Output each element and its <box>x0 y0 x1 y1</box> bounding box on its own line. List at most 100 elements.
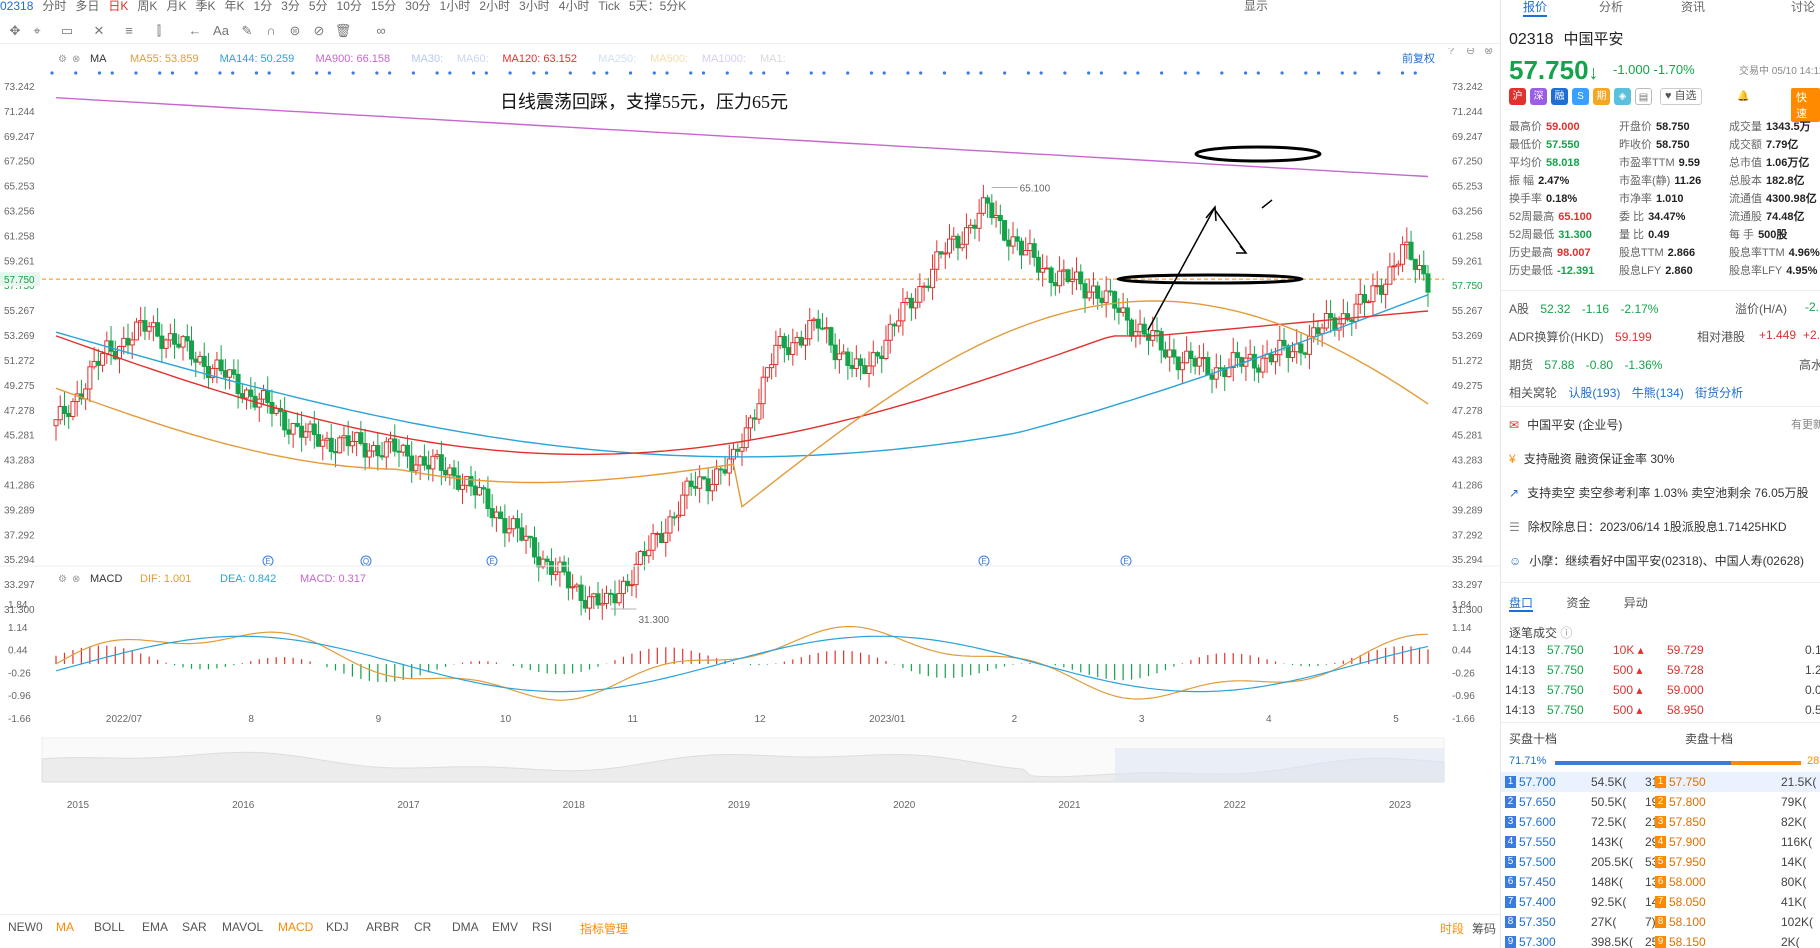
crosshair-icon[interactable]: ⌖ <box>28 23 46 39</box>
period-4[interactable]: 月K <box>166 0 186 12</box>
candle-body <box>1213 367 1219 380</box>
period-9[interactable]: 5分 <box>309 0 328 12</box>
symbol-label[interactable]: 02318 <box>0 0 33 12</box>
indicator-arbr[interactable]: ARBR <box>366 920 399 934</box>
right-tool-0[interactable]: 时段 <box>1440 920 1464 937</box>
indicator-ema[interactable]: EMA <box>142 920 168 934</box>
lines-icon[interactable]: ≡ <box>120 23 138 38</box>
candle-body <box>1196 357 1202 367</box>
period-0[interactable]: 分时 <box>42 0 66 12</box>
period-bar: 02318 分时 多日 日K 周K 月K 季K 年K 1分 3分 5分 10分 15分 30分 1小时 2小时… <box>0 0 1500 14</box>
lock-icon[interactable]: ⊜ <box>286 23 304 39</box>
warrant-icon[interactable]: ◈ <box>1614 88 1631 105</box>
futures-row[interactable]: 期货 57.88 -0.80 -1.36% 高水 <box>1509 356 1820 373</box>
news-item[interactable]: ¥ 支持融资 融资保证金率 30% <box>1509 450 1674 467</box>
indicator-sar[interactable]: SAR <box>182 920 207 934</box>
period-6[interactable]: 年K <box>224 0 244 12</box>
candle-body <box>1277 339 1283 356</box>
candle-body <box>659 533 665 544</box>
sz-connect-icon[interactable]: 深 <box>1530 88 1547 105</box>
period-11[interactable]: 15分 <box>371 0 396 12</box>
period-10[interactable]: 10分 <box>337 0 362 12</box>
candle-body <box>574 584 580 588</box>
period-13[interactable]: 1小时 <box>440 0 471 12</box>
margin-icon[interactable]: 融 <box>1551 88 1568 105</box>
tab-orderbook[interactable]: 盘口 <box>1509 596 1534 612</box>
period-5[interactable]: 季K <box>195 0 215 12</box>
candle-body <box>332 450 338 454</box>
stock-code: 02318 <box>1509 31 1554 48</box>
period-1[interactable]: 多日 <box>75 0 99 12</box>
hk-connect-icon[interactable]: 沪 <box>1509 88 1526 105</box>
period-18[interactable]: 5天：5分K <box>629 0 686 12</box>
period-8[interactable]: 3分 <box>281 0 300 12</box>
news-item[interactable]: ☺ 小摩：继续看好中国平安(02318)、中国人寿(02628) <box>1509 552 1804 569</box>
overview-year: 2022 <box>1224 800 1247 811</box>
candle-body <box>1404 241 1410 246</box>
delete-icon[interactable]: 🗑 <box>334 23 352 39</box>
short-icon[interactable]: S <box>1572 88 1589 105</box>
chart-area[interactable]: ⚙ ⊗ MA MA55: 53.859 MA144: 50.259 MA900: 66.1… <box>0 48 1500 938</box>
info-icon[interactable]: ⓘ <box>1560 626 1572 640</box>
indicator-ma[interactable]: MA <box>56 920 74 934</box>
cbbc-link[interactable]: 牛熊(134) <box>1632 386 1684 400</box>
tab-capital[interactable]: 资金 <box>1566 596 1590 610</box>
period-16[interactable]: 4小时 <box>559 0 590 12</box>
link-icon[interactable]: ∞ <box>372 23 390 38</box>
candle-body <box>481 487 487 490</box>
tab-analysis[interactable]: 分析 <box>1599 0 1623 15</box>
period-12[interactable]: 30分 <box>405 0 430 12</box>
move-icon[interactable]: ✥ <box>6 23 24 39</box>
indicator-macd[interactable]: MACD <box>278 920 313 934</box>
candle-body <box>1082 283 1088 299</box>
option-icon[interactable]: 期 <box>1593 88 1610 105</box>
y-tick-right: 49.275 <box>1452 381 1483 392</box>
display-button[interactable]: 显示 <box>1244 0 1268 12</box>
arrow-left-icon[interactable]: ← <box>186 23 204 38</box>
indicator-boll[interactable]: BOLL <box>94 920 125 934</box>
street-link[interactable]: 街货分析 <box>1695 386 1743 400</box>
rect-icon[interactable]: ▭ <box>58 23 76 39</box>
news-item[interactable]: ☰ 除权除息日：2023/06/14 1股派股息1.71425HKD <box>1509 518 1787 535</box>
period-3[interactable]: 周K <box>137 0 157 12</box>
indicator-dma[interactable]: DMA <box>452 920 479 934</box>
period-14[interactable]: 2小时 <box>479 0 510 12</box>
right-tool-1[interactable]: 筹码 <box>1472 920 1496 937</box>
cross-tool-icon[interactable]: ✕ <box>90 23 108 39</box>
period-15[interactable]: 3小时 <box>519 0 550 12</box>
trade-time: 交易中 05/10 14:12( <box>1739 66 1820 77</box>
news-item[interactable]: ↗ 支持卖空 卖空参考利率 1.03% 卖空池剩余 76.05万股 <box>1509 484 1808 501</box>
indicator-rsi[interactable]: RSI <box>532 920 552 934</box>
event-dot <box>689 71 693 75</box>
event-dot <box>411 71 415 75</box>
indicator-cr[interactable]: CR <box>414 920 431 934</box>
note-icon[interactable]: ▤ <box>1635 88 1652 105</box>
tab-quote[interactable]: 报价 <box>1523 0 1548 17</box>
news-item[interactable]: ✉中国平安 (企业号)有更新 <box>1509 416 1820 433</box>
text-tool-icon[interactable]: Aa <box>212 23 230 38</box>
hide-icon[interactable]: ⊘ <box>310 23 328 39</box>
indicator-manage-button[interactable]: 指标管理 <box>580 920 628 937</box>
fast-trade-button[interactable]: 快速 <box>1791 88 1820 122</box>
tab-unusual[interactable]: 异动 <box>1624 596 1648 610</box>
trade-row: 14:1357.750500 ▴59.7281.2 <box>1505 663 1820 677</box>
warrant-link[interactable]: 认股(193) <box>1568 386 1620 400</box>
pen-icon[interactable]: ✎ <box>238 23 256 39</box>
indicator-kdj[interactable]: KDJ <box>326 920 349 934</box>
period-17[interactable]: Tick <box>598 0 620 12</box>
tab-discuss[interactable]: 讨论 <box>1791 0 1815 15</box>
magnet-icon[interactable]: ∩ <box>262 23 280 38</box>
period-7[interactable]: 1分 <box>253 0 272 12</box>
period-2[interactable]: 日K <box>108 0 128 12</box>
fib-icon[interactable]: ⫿ <box>150 23 168 39</box>
add-favorite-button[interactable]: ♥ 自选 <box>1660 88 1702 105</box>
tab-news[interactable]: 资讯 <box>1681 0 1705 15</box>
indicator-emv[interactable]: EMV <box>492 920 518 934</box>
a-share-row[interactable]: A股 52.32 -1.16 -2.17% 溢价(H/A) -2. <box>1509 300 1819 317</box>
candle-body <box>832 344 838 361</box>
indicator-mavol[interactable]: MAVOL <box>222 920 263 934</box>
adr-row[interactable]: ADR换算价(HKD) 59.199 相对港股 +1.449 +2.5 <box>1509 328 1820 345</box>
bell-icon[interactable]: 🔔 <box>1734 88 1752 105</box>
indicator-new0[interactable]: NEW0 <box>8 920 43 934</box>
price-chart-svg[interactable]: ⚙ ⊗ MA MA55: 53.859 MA144: 50.259 MA900: 66.1… <box>0 48 1500 914</box>
